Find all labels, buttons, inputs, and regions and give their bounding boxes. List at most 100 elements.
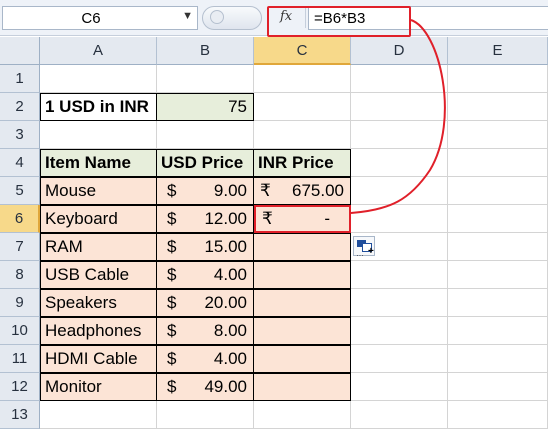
usd-price-cell[interactable]: $4.00 (156, 345, 254, 373)
paste-options-icon[interactable]: + … (353, 236, 375, 258)
currency-symbol: $ (167, 293, 177, 312)
usd-value: 15.00 (204, 237, 247, 256)
cell-e10[interactable] (448, 317, 548, 345)
cell-d13[interactable] (351, 401, 448, 429)
header-usd-price[interactable]: USD Price (156, 149, 254, 177)
exchange-rate-value[interactable]: 75 (156, 93, 254, 121)
cell-e1[interactable] (448, 65, 548, 93)
usd-value: 9.00 (213, 181, 247, 200)
row-header-9[interactable]: 9 (0, 289, 40, 317)
cell-c13[interactable] (254, 401, 351, 429)
cell-e5[interactable] (448, 177, 548, 205)
cell-e13[interactable] (448, 401, 548, 429)
cell-a3[interactable] (40, 121, 157, 149)
row-header-7[interactable]: 7 (0, 233, 40, 261)
cell-e4[interactable] (448, 149, 548, 177)
row-header-8[interactable]: 8 (0, 261, 40, 289)
inr-price-cell[interactable]: ₹675.00 (253, 177, 351, 205)
row-header-4[interactable]: 4 (0, 149, 40, 177)
usd-value: 4.00 (213, 265, 247, 284)
splitter-grip-icon (210, 10, 224, 24)
inr-price-cell[interactable] (253, 373, 351, 401)
name-box[interactable]: C6 ▼ (2, 6, 198, 30)
cell-d4[interactable] (351, 149, 448, 177)
row-header-1[interactable]: 1 (0, 65, 40, 93)
inr-price-cell[interactable] (253, 261, 351, 289)
cell-e8[interactable] (448, 261, 548, 289)
row-header-3[interactable]: 3 (0, 121, 40, 149)
item-name-cell[interactable]: Mouse (40, 177, 157, 205)
row-header-10[interactable]: 10 (0, 317, 40, 345)
item-name-cell[interactable]: Monitor (40, 373, 157, 401)
cell-c1[interactable] (254, 65, 351, 93)
usd-price-cell[interactable]: $12.00 (156, 205, 254, 233)
cell-b1[interactable] (157, 65, 254, 93)
cell-e2[interactable] (448, 93, 548, 121)
item-name-cell[interactable]: Keyboard (40, 205, 157, 233)
inr-price-cell[interactable] (253, 345, 351, 373)
column-header-b[interactable]: B (157, 37, 254, 65)
usd-price-cell[interactable]: $9.00 (156, 177, 254, 205)
row-header-12[interactable]: 12 (0, 373, 40, 401)
cell-d3[interactable] (351, 121, 448, 149)
usd-price-cell[interactable]: $20.00 (156, 289, 254, 317)
item-name-cell[interactable]: Headphones (40, 317, 157, 345)
select-all-button[interactable] (0, 37, 40, 65)
cell-e6[interactable] (448, 205, 548, 233)
cell-b3-blank[interactable] (157, 121, 254, 149)
cell-b13[interactable] (157, 401, 254, 429)
currency-symbol: $ (167, 181, 177, 200)
formula-bar-splitter[interactable] (202, 6, 262, 30)
usd-price-cell[interactable]: $15.00 (156, 233, 254, 261)
row-header-5[interactable]: 5 (0, 177, 40, 205)
column-header-e[interactable]: E (448, 37, 548, 65)
chevron-down-icon[interactable]: ▼ (182, 10, 193, 22)
rupee-symbol: ₹ (260, 181, 271, 200)
cell-d2[interactable] (351, 93, 448, 121)
cell-e7[interactable] (448, 233, 548, 261)
row-header-13[interactable]: 13 (0, 401, 40, 429)
inr-value: 675.00 (292, 181, 344, 200)
column-header-c[interactable]: C (254, 37, 351, 65)
item-name-cell[interactable]: USB Cable (40, 261, 157, 289)
usd-price-cell[interactable]: $4.00 (156, 261, 254, 289)
cell-d1[interactable] (351, 65, 448, 93)
cell-d5[interactable] (351, 177, 448, 205)
formula-highlight-box (267, 6, 411, 37)
row-header-2[interactable]: 2 (0, 93, 40, 121)
cell-a1[interactable] (40, 65, 157, 93)
cell-e11[interactable] (448, 345, 548, 373)
item-name-cell[interactable]: HDMI Cable (40, 345, 157, 373)
header-item-name[interactable]: Item Name (40, 149, 157, 177)
header-inr-price[interactable]: INR Price (253, 149, 351, 177)
currency-symbol: $ (167, 237, 177, 256)
cell-e12[interactable] (448, 373, 548, 401)
cell-d6[interactable] (351, 205, 448, 233)
inr-price-cell[interactable] (253, 233, 351, 261)
usd-value: 20.00 (204, 293, 247, 312)
name-box-value: C6 (81, 10, 101, 27)
cell-d8[interactable] (351, 261, 448, 289)
item-name-cell[interactable]: RAM (40, 233, 157, 261)
inr-price-cell[interactable] (253, 317, 351, 345)
usd-price-cell[interactable]: $49.00 (156, 373, 254, 401)
usd-value: 12.00 (204, 209, 247, 228)
column-header-d[interactable]: D (351, 37, 448, 65)
exchange-rate-label[interactable]: 1 USD in INR (40, 93, 157, 121)
item-name-cell[interactable]: Speakers (40, 289, 157, 317)
cell-a13[interactable] (40, 401, 157, 429)
cell-d10[interactable] (351, 317, 448, 345)
cell-c3[interactable] (254, 121, 351, 149)
usd-price-cell[interactable]: $8.00 (156, 317, 254, 345)
cell-c2[interactable] (254, 93, 351, 121)
cell-d12[interactable] (351, 373, 448, 401)
inr-price-cell[interactable] (253, 289, 351, 317)
currency-symbol: $ (167, 349, 177, 368)
row-header-11[interactable]: 11 (0, 345, 40, 373)
column-header-a[interactable]: A (40, 37, 157, 65)
cell-e3[interactable] (448, 121, 548, 149)
cell-d9[interactable] (351, 289, 448, 317)
cell-d11[interactable] (351, 345, 448, 373)
cell-e9[interactable] (448, 289, 548, 317)
row-header-6[interactable]: 6 (0, 205, 40, 233)
